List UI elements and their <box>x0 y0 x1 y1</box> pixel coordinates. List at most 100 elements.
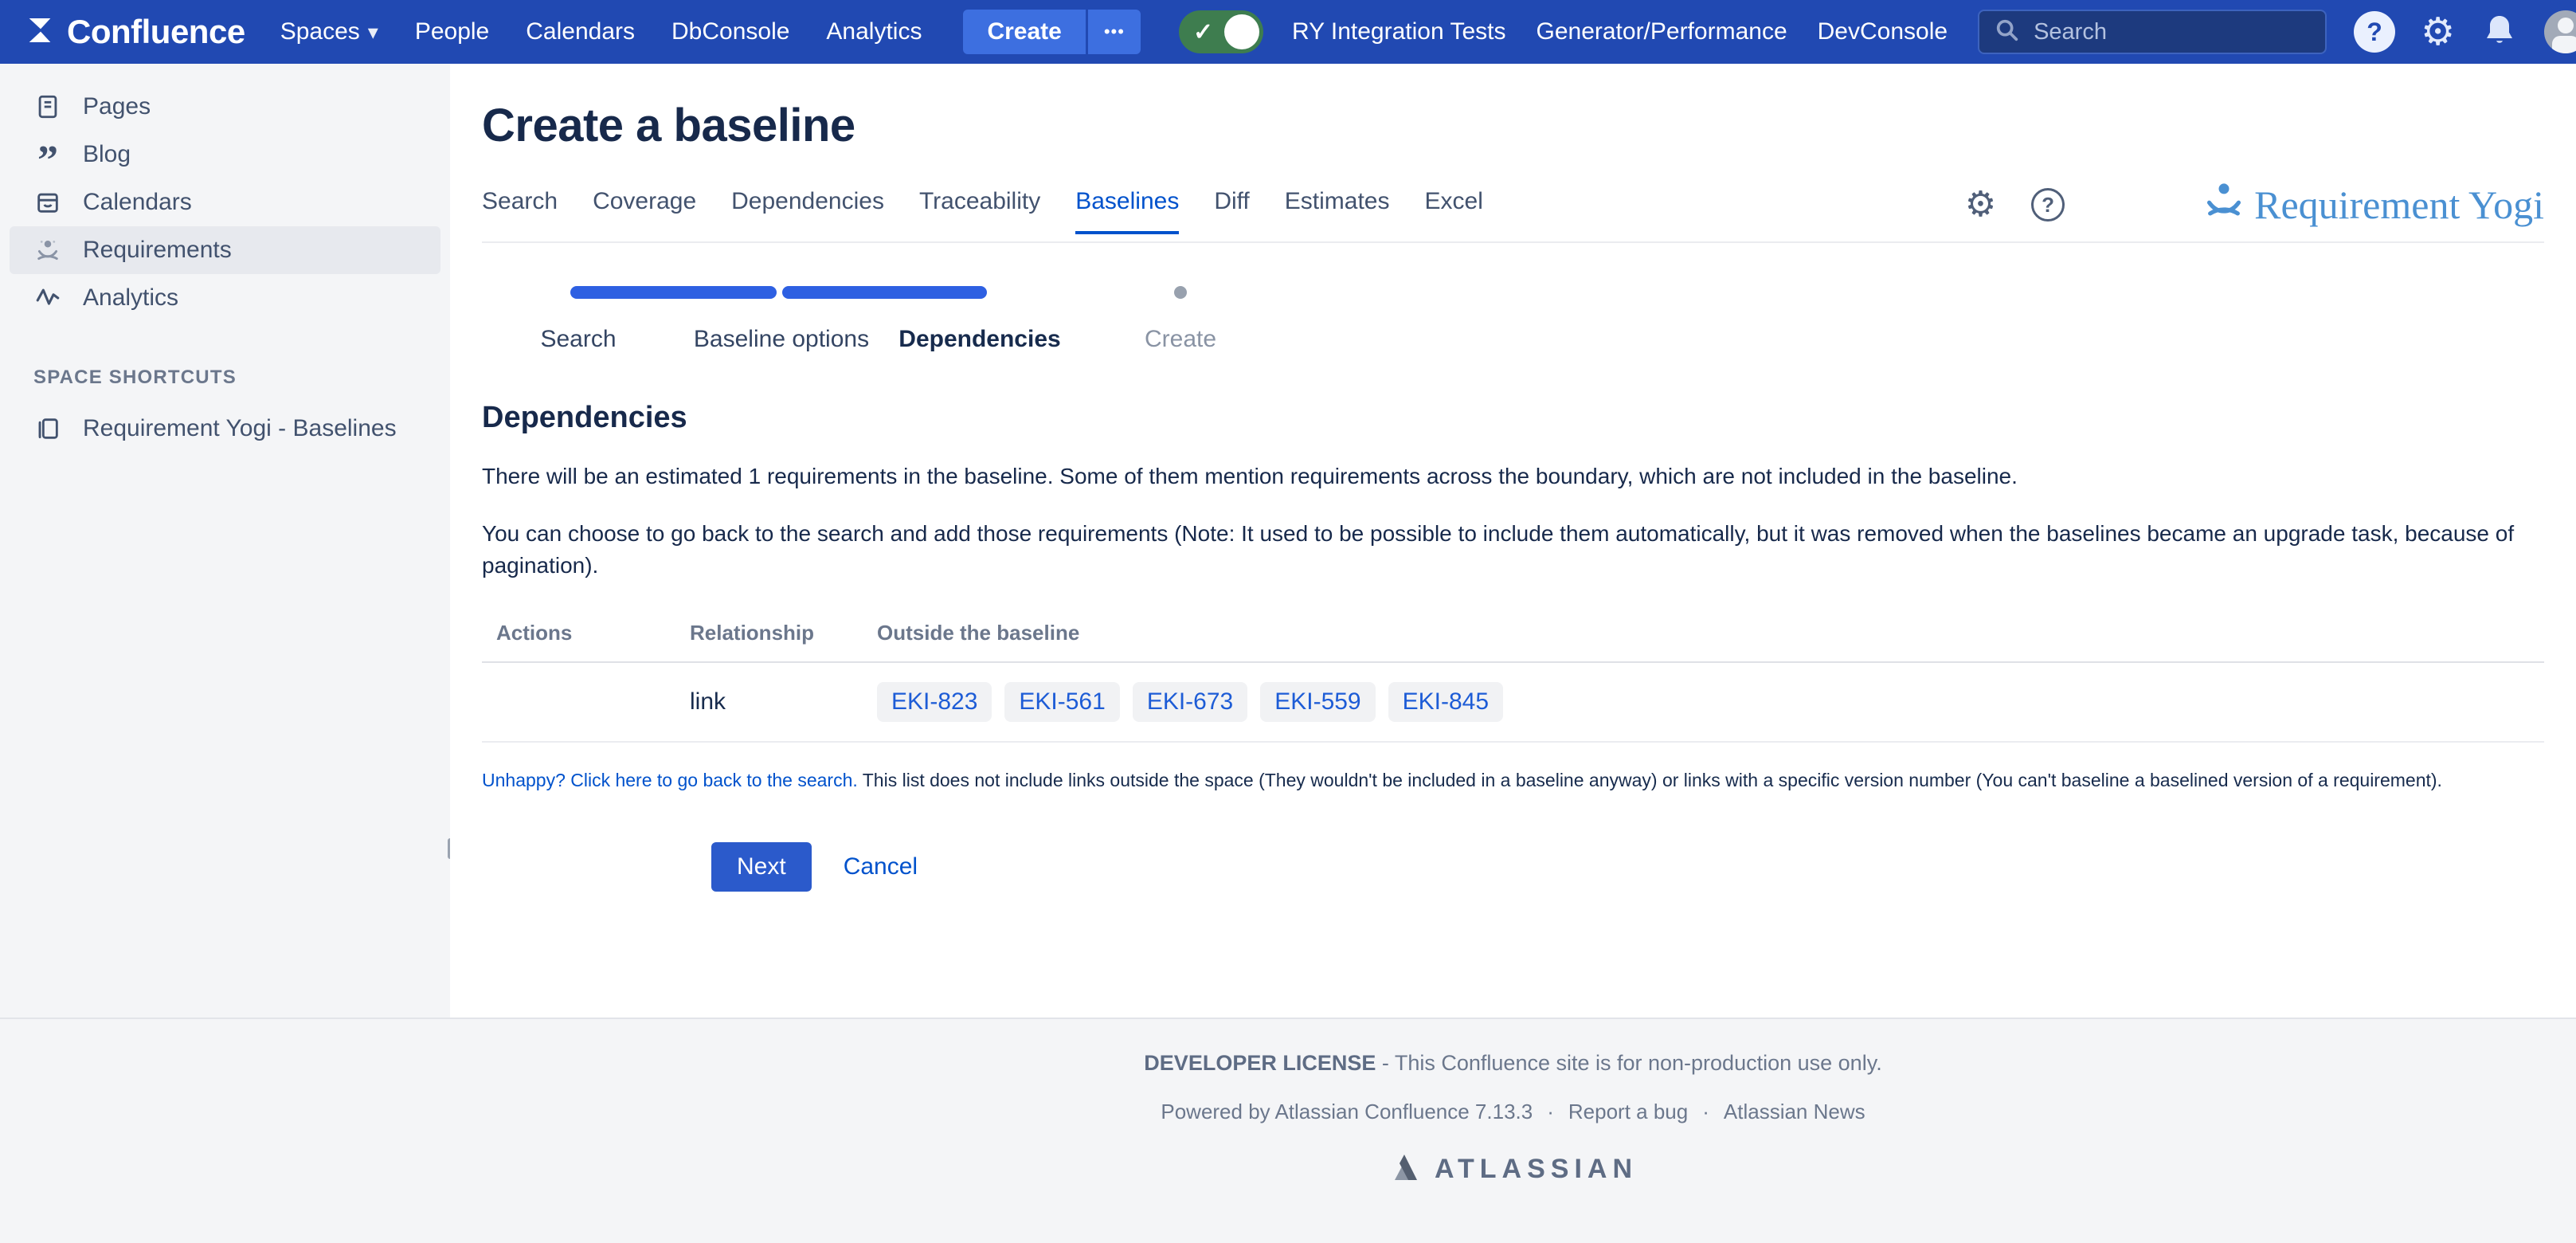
tab-dependencies[interactable]: Dependencies <box>731 188 884 234</box>
link-generator-performance[interactable]: Generator/Performance <box>1536 18 1787 45</box>
tabs-row: Search Coverage Dependencies Traceabilit… <box>482 179 2544 243</box>
tab-search[interactable]: Search <box>482 188 558 234</box>
step-label-create: Create <box>1145 326 1216 353</box>
chevron-down-icon: ▾ <box>368 22 378 42</box>
license-notice: DEVELOPER LICENSE - This Confluence site… <box>450 1051 2576 1076</box>
powered-by-line: Powered by Atlassian Confluence 7.13.3 ·… <box>450 1100 2576 1124</box>
topbar-icons: ? ⚙ <box>2354 10 2576 53</box>
requirement-link[interactable]: EKI-561 <box>1004 682 1119 722</box>
link-devconsole[interactable]: DevConsole <box>1818 18 1948 45</box>
confluence-logo-icon <box>24 14 56 50</box>
yogi-logo-icon <box>2203 179 2245 230</box>
sidebar-item-blog[interactable]: ” Blog <box>10 131 440 178</box>
tab-diff[interactable]: Diff <box>1214 188 1249 234</box>
license-text: - This Confluence site is for non-produc… <box>1376 1051 1881 1075</box>
copy-pages-icon <box>33 414 62 443</box>
link-ry-integration-tests[interactable]: RY Integration Tests <box>1292 18 1506 45</box>
tab-actions: ⚙ ? Requirement Yogi <box>1965 179 2544 241</box>
sidebar-item-calendars[interactable]: Calendars <box>10 178 440 226</box>
cancel-link[interactable]: Cancel <box>844 853 918 880</box>
requirement-yogi-logo: Requirement Yogi <box>2203 179 2544 230</box>
vendor-logo-text: Requirement Yogi <box>2254 182 2544 228</box>
nav-calendars[interactable]: Calendars <box>526 18 635 45</box>
next-button[interactable]: Next <box>711 842 812 892</box>
notifications-bell-icon[interactable] <box>2480 11 2519 53</box>
powered-by-text: Powered by Atlassian Confluence 7.13.3 <box>1161 1100 1533 1124</box>
avatar-body <box>2552 36 2576 53</box>
separator-dot: · <box>1702 1100 1709 1124</box>
tab-baselines[interactable]: Baselines <box>1075 188 1179 234</box>
top-navigation-bar: Confluence Spaces ▾ People Calendars DbC… <box>0 0 2576 64</box>
help-icon[interactable]: ? <box>2354 11 2395 53</box>
check-icon: ✓ <box>1193 18 1213 46</box>
unhappy-note: Unhappy? Click here to go back to the se… <box>482 770 2544 791</box>
dependencies-paragraph-1: There will be an estimated 1 requirement… <box>482 461 2544 492</box>
page-title: Create a baseline <box>482 99 2544 152</box>
step-label-search: Search <box>540 326 616 353</box>
main-content: Create a baseline Search Coverage Depend… <box>450 64 2576 1018</box>
sidebar-item-requirements[interactable]: Requirements <box>10 226 440 274</box>
sidebar-item-pages[interactable]: Pages <box>10 83 440 131</box>
wizard-actions: Next Cancel <box>711 842 2544 892</box>
dependencies-paragraph-2: You can choose to go back to the search … <box>482 518 2544 582</box>
page-footer: DEVELOPER LICENSE - This Confluence site… <box>0 1018 2576 1243</box>
progress-bar-segment-1 <box>570 286 777 299</box>
toggle-knob <box>1224 14 1259 49</box>
page-icon <box>33 92 62 121</box>
admin-gear-icon[interactable]: ⚙ <box>2421 13 2455 51</box>
atlassian-news-link[interactable]: Atlassian News <box>1724 1100 1865 1124</box>
requirement-link[interactable]: EKI-823 <box>877 682 992 722</box>
tab-estimates[interactable]: Estimates <box>1285 188 1390 234</box>
cell-outside-baseline: EKI-823 EKI-561 EKI-673 EKI-559 EKI-845 <box>863 662 2544 742</box>
nav-analytics[interactable]: Analytics <box>826 18 922 45</box>
space-sidebar: Pages ” Blog Calendars Requirement <box>0 64 450 1018</box>
create-button[interactable]: Create <box>963 10 1085 54</box>
wizard-stepper: Search Baseline options Dependencies Cre… <box>482 259 2544 378</box>
cell-actions <box>482 662 675 742</box>
dependencies-table: Actions Relationship Outside the baselin… <box>482 621 2544 743</box>
go-back-to-search-link[interactable]: Unhappy? Click here to go back to the se… <box>482 770 858 790</box>
user-avatar[interactable] <box>2544 10 2576 53</box>
progress-bar-segment-2 <box>782 286 987 299</box>
separator-dot: · <box>1547 1100 1554 1124</box>
sidebar-item-analytics[interactable]: Analytics <box>10 274 440 322</box>
nav-people[interactable]: People <box>415 18 489 45</box>
search-icon <box>1994 17 2021 48</box>
cell-relationship: link <box>675 662 863 742</box>
search-input[interactable] <box>2032 18 2311 46</box>
requirement-link[interactable]: EKI-559 <box>1260 682 1375 722</box>
report-a-bug-link[interactable]: Report a bug <box>1568 1100 1688 1124</box>
create-more-button[interactable]: ••• <box>1086 10 1141 54</box>
quote-icon: ” <box>33 140 62 169</box>
feature-toggle[interactable]: ✓ <box>1179 10 1263 53</box>
atlassian-logo: ATLASSIAN <box>450 1151 2576 1187</box>
avatar-head <box>2558 18 2574 33</box>
question-circle-icon[interactable]: ? <box>2031 188 2065 222</box>
step-label-baseline-options: Baseline options <box>694 326 869 353</box>
atlassian-logo-text: ATLASSIAN <box>1435 1154 1638 1185</box>
requirement-link-chips: EKI-823 EKI-561 EKI-673 EKI-559 EKI-845 <box>877 682 2544 722</box>
unhappy-note-text: This list does not include links outside… <box>858 770 2442 790</box>
license-label: DEVELOPER LICENSE <box>1144 1051 1376 1075</box>
settings-gear-icon[interactable]: ⚙ <box>1965 187 1996 222</box>
section-title: Dependencies <box>482 401 2544 435</box>
calendar-icon <box>33 188 62 217</box>
nav-dbconsole[interactable]: DbConsole <box>671 18 789 45</box>
requirement-link[interactable]: EKI-845 <box>1388 682 1503 722</box>
table-row: link EKI-823 EKI-561 EKI-673 EKI-559 EKI… <box>482 662 2544 742</box>
sidebar-shortcut-requirement-yogi-baselines[interactable]: Requirement Yogi - Baselines <box>10 405 440 453</box>
atlassian-mountain-icon <box>1388 1151 1423 1187</box>
tab-excel[interactable]: Excel <box>1425 188 1483 234</box>
column-header-outside-baseline: Outside the baseline <box>863 621 2544 662</box>
search-box[interactable] <box>1978 10 2327 54</box>
requirement-link[interactable]: EKI-673 <box>1133 682 1247 722</box>
nav-spaces[interactable]: Spaces ▾ <box>280 18 378 45</box>
brand-name: Confluence <box>67 13 245 51</box>
tab-coverage[interactable]: Coverage <box>593 188 696 234</box>
yogi-icon <box>33 236 62 265</box>
confluence-brand[interactable]: Confluence <box>24 13 245 51</box>
tab-traceability[interactable]: Traceability <box>919 188 1040 234</box>
analytics-pulse-icon <box>33 284 62 312</box>
step-label-dependencies: Dependencies <box>898 326 1060 353</box>
column-header-actions: Actions <box>482 621 675 662</box>
